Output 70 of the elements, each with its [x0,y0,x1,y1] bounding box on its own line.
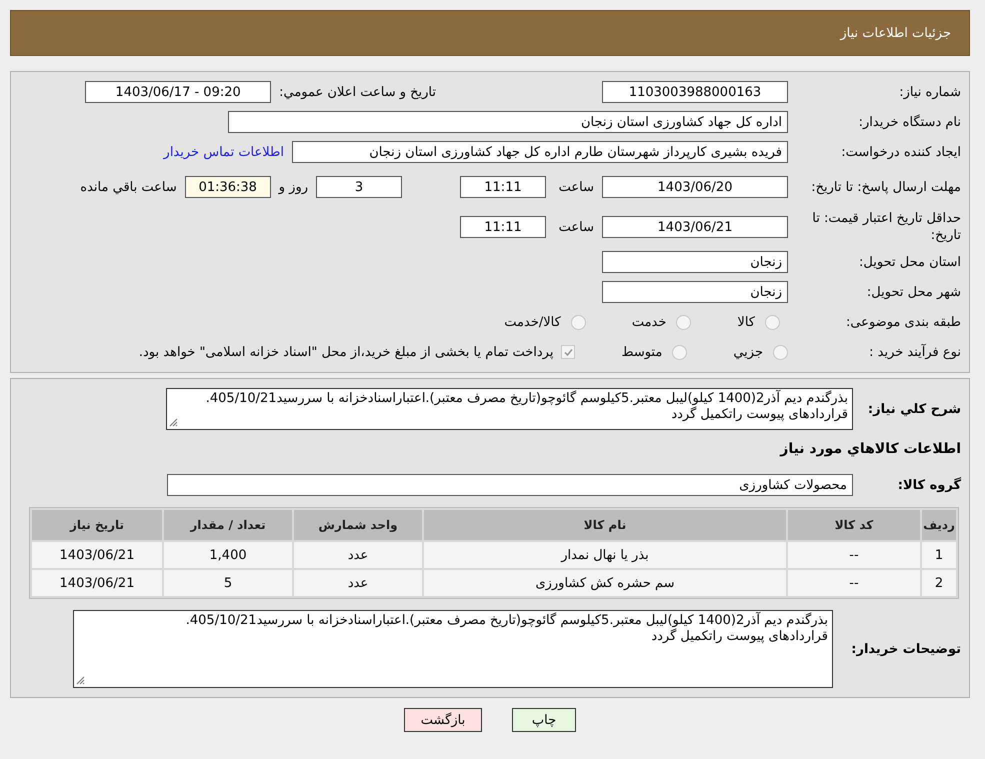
field-label: طبقه بندی موضوعی: [844,314,961,330]
column-header: ردیف [922,510,956,540]
field-label: شماره نیاز: [898,84,961,100]
validity-time-field[interactable]: 11:11 [460,216,546,238]
back-button[interactable]: بازگشت [404,708,482,732]
column-header: کد کالا [788,510,920,540]
deadline-time-field[interactable]: 11:11 [460,176,546,198]
column-header: تاریخ نیاز [32,510,162,540]
table-cell: 5 [164,570,292,596]
column-header: نام کالا [424,510,786,540]
field-label: شرح کلي نیاز: [866,400,961,418]
radio-label: کالا [737,314,755,330]
resize-grip-icon[interactable] [169,418,178,427]
need-number-field[interactable]: 1103003988000163 [602,81,788,103]
field-label: نام دستگاه خریدار: [858,114,961,130]
goods-group-field[interactable]: محصولات کشاورزی [167,474,853,496]
print-button[interactable]: چاپ [512,708,576,732]
table-cell: سم حشره کش کشاورزی [424,570,786,596]
table-cell: 1 [922,542,956,568]
buyer-field[interactable]: اداره کل جهاد کشاورزی استان زنجان [228,111,788,133]
column-header: واحد شمارش [294,510,422,540]
checkbox-label: پرداخت تمام یا بخشی از مبلغ خرید،از محل "اسناد خزانه اسلامی" خواهد بود. [138,344,554,360]
page-header: جزئیات اطلاعات نیاز [10,10,970,56]
table-cell: عدد [294,542,422,568]
validity-date-field[interactable]: 1403/06/21 [602,216,788,238]
notes-text-area[interactable]: بذرگندم دیم آذر2(1400 کیلو)لیبل معتبر.5کیلوسم گائوچو(تاریخ مصرف معتبر).اعتباراسنادخزانه با سررسید405/10/21. قراردادهای پیوست راتکمیل گردد [73,610,833,688]
field-label: ایجاد کننده درخواست: [840,144,961,160]
radio-button[interactable] [570,314,586,330]
creator-field[interactable]: فریده بشیری کارپرداز شهرستان طارم اداره کل جهاد کشاورزی استان زنجان [292,141,788,163]
buyer-contact-link[interactable]: اطلاعات تماس خریدار [164,144,284,160]
section-title: اطلاعات کالاهاي مورد نیاز [778,441,961,457]
table-cell: عدد [294,570,422,596]
resize-grip-icon[interactable] [76,676,85,685]
radio-button[interactable] [672,344,688,360]
field-label: استان محل تحویل: [858,254,961,270]
table-cell: بذر یا نهال نمدار [424,542,786,568]
field-label: نوع فرآیند خرید : [868,344,961,360]
field-label: شهر محل تحویل: [866,284,961,300]
province-field[interactable]: زنجان [602,251,788,273]
field-label: گروه کالا: [896,476,961,494]
announce-date-field[interactable]: 1403/06/17 - 09:20 [85,81,272,103]
deadline-date-field[interactable]: 1403/06/20 [602,176,788,198]
table-cell: -- [788,542,920,568]
checkbox[interactable] [561,345,576,359]
radio-label: کالا/خدمت [504,314,561,330]
radio-label: جزيي [733,344,763,360]
remaining-time-field: 01:36:38 [184,176,271,198]
table-cell: 1,400 [164,542,292,568]
summary-text-area[interactable]: بذرگندم دیم آذر2(1400 کیلو)لیبل معتبر.5کیلوسم گائوچو(تاریخ مصرف معتبر).اعتباراسنادخزانه با سررسید405/10/21. قراردادهای پیوست راتکمیل گردد [166,388,853,430]
field-label: ساعت باقي مانده [80,180,177,194]
radio-button[interactable] [773,344,788,360]
field-label: تاریخ و ساعت اعلان عمومي: [279,84,436,100]
days-field[interactable]: 3 [316,176,402,198]
check-icon [564,348,573,356]
field-label: ساعت [558,180,594,194]
table-cell: 1403/06/21 [32,542,162,568]
city-field[interactable]: زنجان [602,281,788,303]
field-label: حداقل تاریخ اعتبار قیمت: تا تاریخ: [811,210,961,244]
field-label: مهلت ارسال پاسخ: تا تاریخ: [810,178,961,196]
radio-label: خدمت [632,314,666,330]
radio-button[interactable] [676,314,692,330]
column-header: تعداد / مقدار [164,510,292,540]
table-cell: 1403/06/21 [32,570,162,596]
radio-button[interactable] [765,314,780,330]
table-cell: -- [788,570,920,596]
field-label: ساعت [558,220,594,234]
table-cell: 2 [922,570,956,596]
radio-label: متوسط [621,344,662,360]
field-label: روز و [278,180,308,194]
field-label: توضیحات خریدار: [850,640,961,658]
